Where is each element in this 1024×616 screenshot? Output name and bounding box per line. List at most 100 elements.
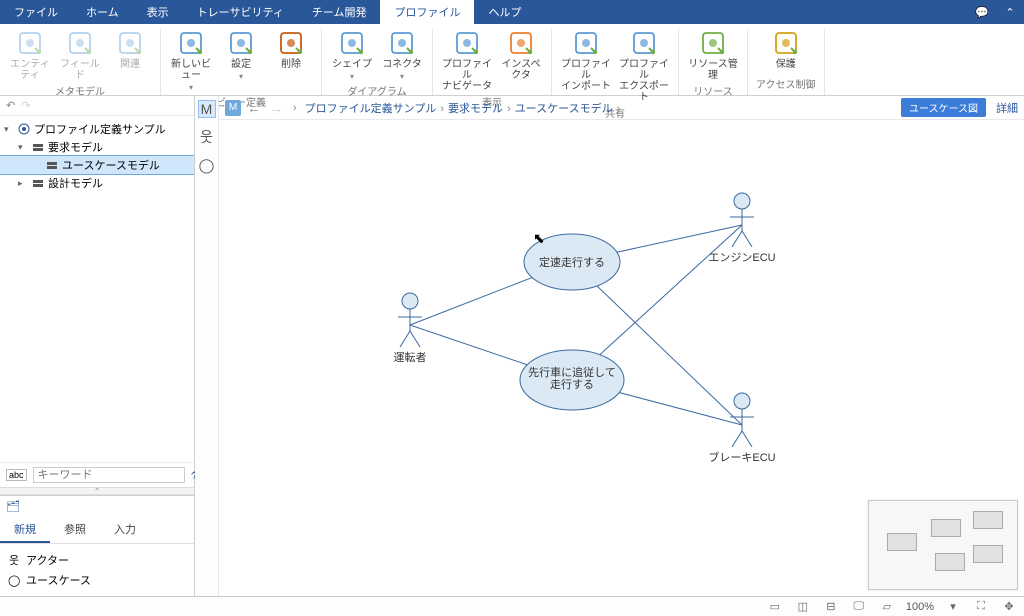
ribbon-btn-pimport[interactable]: プロファイル インポート xyxy=(560,29,612,103)
dropdown-arrow-icon: ▾ xyxy=(350,72,354,81)
ribbon-btn-protect[interactable]: 保護 xyxy=(764,29,808,74)
toolcol-actor[interactable]: 웃 xyxy=(198,128,216,146)
ribbon-btn-delete[interactable]: 削除 xyxy=(269,29,313,92)
tree-node[interactable]: ▾要求モデル xyxy=(0,138,194,156)
ribbon-btn-label: プロファイル ナビゲータ xyxy=(441,59,493,92)
ribbon-btn-label: インスペクタ xyxy=(499,59,543,81)
toolcol-usecase[interactable]: ◯ xyxy=(198,156,216,174)
ribbon-group-5: リソース管理リソース xyxy=(679,29,748,95)
prof-icon xyxy=(17,122,31,136)
menu-tab-0[interactable]: ファイル xyxy=(0,0,72,24)
toolcol-M[interactable]: M xyxy=(198,100,216,118)
model-tag: M xyxy=(225,100,241,116)
minimap[interactable] xyxy=(868,500,1018,590)
qat-undo-icon[interactable]: ↶ xyxy=(6,99,15,112)
usecase-label: 定速走行する xyxy=(539,255,605,269)
ribbon-btn-label: 関連 xyxy=(120,59,140,70)
ribbon-btn-shape[interactable]: シェイプ▾ xyxy=(330,29,374,81)
status-monitor-icon[interactable]: 🖵 xyxy=(850,599,868,615)
shape-icon xyxy=(338,29,366,57)
resource-icon xyxy=(699,29,727,57)
pane-collapse-grip[interactable]: ⌃ xyxy=(0,487,194,495)
ribbon-btn-newview[interactable]: 新しいビュー▾ xyxy=(169,29,213,92)
ribbon-btn-label: エンティティ xyxy=(8,59,52,81)
inspector-icon xyxy=(507,29,535,57)
ribbon-btn-connector[interactable]: コネクタ▾ xyxy=(380,29,424,81)
pimport-icon xyxy=(572,29,600,57)
chevron-down-icon[interactable]: ▾ xyxy=(4,124,14,135)
breadcrumb-segment[interactable]: 要求モデル xyxy=(448,103,503,115)
menu-tab-3[interactable]: トレーサビリティ xyxy=(183,0,298,24)
model-tree: ▾ プロファイル定義サンプル▾要求モデルユースケースモデル▸設計モデル xyxy=(0,116,194,462)
chevron-right-icon[interactable]: ▸ xyxy=(18,178,28,189)
zoom-dropdown-icon[interactable]: ▾ xyxy=(944,599,962,615)
ribbon-group-0: エンティティフィールド関連メタモデル xyxy=(0,29,161,95)
connector-icon xyxy=(388,29,416,57)
body: ↶ ↷ ▾プロファイル定義サンプル▾要求モデルユースケースモデル▸設計モデル a… xyxy=(0,96,1024,596)
menu-tab-1[interactable]: ホーム xyxy=(72,0,133,24)
ribbon-btn-relation: 関連 xyxy=(108,29,152,81)
status-fit-icon[interactable]: ⛶ xyxy=(972,599,990,615)
filter-abc-icon[interactable]: abc xyxy=(6,469,27,481)
tree-node-label: プロファイル定義サンプル xyxy=(34,121,166,137)
ribbon-btn-inspector[interactable]: インスペクタ xyxy=(499,29,543,92)
ribbon-btn-label: プロファイル インポート xyxy=(560,59,612,92)
editor: M ← → › プロファイル定義サンプル›要求モデル›ユースケースモデル› ユー… xyxy=(219,96,1024,596)
tree-node[interactable]: ▾ プロファイル定義サンプル xyxy=(0,120,194,138)
status-split-v-icon[interactable]: ⊟ xyxy=(822,599,840,615)
pkg-icon xyxy=(45,158,59,172)
collapse-ribbon-icon[interactable]: ⌃ xyxy=(996,0,1024,24)
actor-shape[interactable]: エンジンECU xyxy=(708,193,775,264)
tree-node[interactable]: ▸設計モデル xyxy=(0,174,194,192)
palette-item-usecase[interactable]: ◯ユースケース xyxy=(8,570,186,590)
breadcrumb-segment[interactable]: プロファイル定義サンプル xyxy=(305,103,437,115)
ribbon-btn-label: リソース管理 xyxy=(687,59,739,81)
ribbon-group-6: 保護アクセス制御 xyxy=(748,29,825,95)
palette-tabs: 新規参照入力 xyxy=(0,517,194,544)
dropdown-arrow-icon: ▾ xyxy=(189,83,193,92)
palette-tab-2[interactable]: 入力 xyxy=(100,517,150,543)
usecase-label: 走行する xyxy=(550,378,594,391)
status-bar: ▭ ◫ ⊟ 🖵 ▱ 100% ▾ ⛶ ✥ xyxy=(0,596,1024,616)
menu-tab-4[interactable]: チーム開発 xyxy=(298,0,381,24)
menu-tab-5[interactable]: プロファイル xyxy=(380,0,474,24)
palette-tab-1[interactable]: 参照 xyxy=(50,517,100,543)
detail-link[interactable]: 詳細 xyxy=(996,100,1018,116)
nav-forward-icon[interactable]: → xyxy=(267,100,285,116)
palette-item-actor[interactable]: 웃アクター xyxy=(8,550,186,570)
message-icon[interactable]: 💬 xyxy=(968,0,996,24)
ribbon-btn-label: 保護 xyxy=(776,59,796,70)
status-split-h-icon[interactable]: ◫ xyxy=(794,599,812,615)
pkg-icon xyxy=(31,140,45,154)
ribbon-group-4: プロファイル インポートプロファイル エクスポート共有 xyxy=(552,29,679,95)
ribbon-btn-label: 設定 xyxy=(231,59,251,70)
ribbon-btn-profnav[interactable]: プロファイル ナビゲータ xyxy=(441,29,493,92)
chevron-down-icon[interactable]: ▾ xyxy=(18,142,28,153)
palette-tab-0[interactable]: 新規 xyxy=(0,517,50,543)
dropdown-arrow-icon: ▾ xyxy=(400,72,404,81)
actor-shape[interactable]: ブレーキECU xyxy=(708,393,775,464)
ribbon-btn-label: 削除 xyxy=(281,59,301,70)
breadcrumb-segment[interactable]: ユースケースモデル xyxy=(515,103,613,115)
qat-redo-icon[interactable]: ↷ xyxy=(21,99,30,112)
nav-back-icon[interactable]: ← xyxy=(245,100,263,116)
menu-tab-2[interactable]: 表示 xyxy=(133,0,183,24)
diagram-type-badge[interactable]: ユースケース図 xyxy=(901,98,986,117)
status-editor-icon[interactable]: ▭ xyxy=(766,599,784,615)
menu-tab-6[interactable]: ヘルプ xyxy=(474,0,535,24)
ribbon-group-2: シェイプ▾コネクタ▾ダイアグラム xyxy=(322,29,433,95)
status-diagram-icon[interactable]: ▱ xyxy=(878,599,896,615)
diagram-canvas[interactable]: 定速走行する先行車に追従して走行する運転者エンジンECUブレーキECU ⬉ xyxy=(219,120,1024,596)
ribbon-btn-resource[interactable]: リソース管理 xyxy=(687,29,739,81)
delete-icon xyxy=(277,29,305,57)
palette: 🗂 新規参照入力 웃アクター◯ユースケース xyxy=(0,495,194,596)
tree-filter-input[interactable] xyxy=(33,467,185,483)
breadcrumb-sep: › xyxy=(289,102,301,114)
ribbon-btn-settings[interactable]: 設定▾ xyxy=(219,29,263,92)
status-move-icon[interactable]: ✥ xyxy=(1000,599,1018,615)
palette-folder-icon[interactable]: 🗂 xyxy=(6,500,20,513)
ribbon-btn-pexport[interactable]: プロファイル エクスポート xyxy=(618,29,670,103)
zoom-label[interactable]: 100% xyxy=(906,601,934,613)
tree-node[interactable]: ユースケースモデル xyxy=(0,156,194,174)
ribbon-btn-field: フィールド xyxy=(58,29,102,81)
